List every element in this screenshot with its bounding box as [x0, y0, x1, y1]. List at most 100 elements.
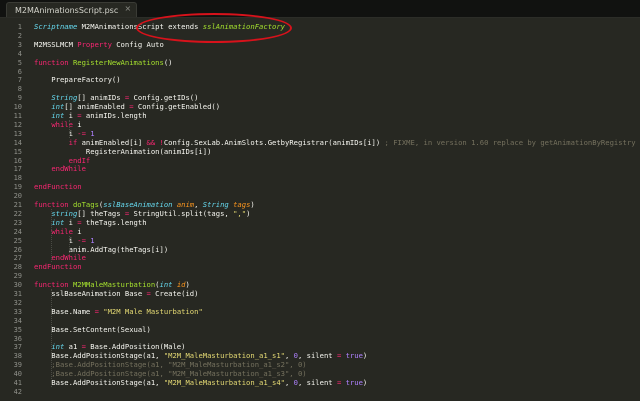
code-token: a1 — [64, 342, 82, 352]
code-token: ) — [185, 280, 190, 290]
code-token: ;Base.AddPositionStage(a1, "M2M_MaleMast… — [34, 369, 307, 379]
line-number: 13 — [13, 129, 22, 138]
code-token: endIf — [68, 155, 91, 165]
line-number: 21 — [13, 201, 22, 209]
indent-guide — [68, 235, 70, 254]
code-token: i — [64, 217, 78, 227]
code-token: ;Base.AddPositionStage(a1, "M2M_MaleMast… — [34, 360, 307, 370]
code-line: endWhile — [34, 253, 86, 262]
code-token: Config.getIDs() — [129, 93, 199, 103]
code-line: Base.AddPositionStage(a1, "M2M_MaleMastu… — [34, 351, 367, 360]
code-token: i — [72, 226, 82, 236]
code-token: , — [285, 351, 294, 361]
code-token: && — [146, 137, 156, 147]
code-token: i — [34, 235, 78, 245]
code-token: i — [34, 128, 78, 138]
line-number: 41 — [13, 379, 22, 387]
code-token: true — [345, 378, 363, 387]
code-token: while — [51, 226, 73, 236]
code-line: i -= 1 — [34, 236, 95, 245]
code-token: int — [51, 342, 65, 352]
code-line: anim.AddTag(theTags[i]) — [34, 245, 169, 254]
line-number: 31 — [13, 290, 22, 298]
code-token: Config Auto — [111, 39, 164, 49]
code-editor[interactable]: 1 2 3 4 5 6 7 8 9 10 11 12 13 14 15 16 17 18 19 20 21 22 23 24 2… — [0, 13, 640, 401]
line-number: 1 — [17, 23, 22, 31]
code-token: 1 — [90, 128, 95, 138]
code-token: RegisterAnimation(animIDs[i]) — [34, 146, 212, 156]
line-number: 27 — [13, 254, 22, 263]
line-number: 5 — [17, 58, 22, 67]
code-token: Config.getEnabled() — [133, 102, 221, 112]
code-token: if — [68, 137, 78, 147]
line-number: 30 — [13, 281, 22, 290]
close-icon[interactable]: × — [125, 4, 132, 13]
code-token: Create(id) — [150, 289, 199, 298]
code-token: endWhile — [51, 253, 86, 263]
code-token: i — [72, 119, 82, 129]
indent-guide — [51, 289, 53, 387]
code-token: i — [64, 111, 78, 120]
code-token: String — [51, 93, 78, 103]
code-token: Scriptname — [34, 22, 78, 31]
code-token: String — [202, 200, 229, 209]
indent-guide — [68, 119, 70, 138]
code-token: function — [34, 280, 69, 290]
line-number: 16 — [13, 156, 22, 165]
code-token: Base.AddPositionStage(a1, — [34, 378, 164, 387]
tab-bar: M2MAnimationsScript.psc × — [0, 0, 640, 18]
line-number: 38 — [13, 352, 22, 361]
line-number: 2 — [17, 31, 22, 40]
code-token: while — [51, 119, 73, 129]
code-token: M2MMaleMasturbation — [72, 280, 156, 290]
line-number: 24 — [13, 227, 22, 236]
line-number: 7 — [17, 76, 22, 85]
line-number: 9 — [17, 94, 22, 103]
code-token: () — [163, 57, 173, 67]
code-token: , silent — [297, 378, 337, 387]
line-number: 42 — [13, 387, 22, 396]
code-token: ; FIXME, in version 1.60 replace by getA… — [384, 137, 636, 147]
code-line: endIf — [34, 155, 91, 165]
code-token: [] animEnabled — [64, 102, 130, 112]
code-token: animEnabled[i] — [77, 137, 147, 147]
code-line: while i — [34, 119, 82, 129]
line-number: 36 — [13, 334, 22, 343]
code-token: PrepareFactory() — [34, 75, 121, 85]
code-token: 1 — [90, 235, 95, 245]
code-token: int — [51, 111, 65, 120]
line-number: 26 — [13, 245, 22, 254]
line-number: 22 — [13, 209, 22, 218]
code-token: sslBaseAnimation — [103, 200, 173, 209]
code-line: PrepareFactory() — [34, 75, 121, 85]
code-token: Config.SexLab.AnimSlots.GetbyRegistrar(a… — [163, 137, 385, 147]
line-number: 12 — [13, 120, 22, 129]
code-token: -= — [77, 128, 86, 138]
tab-file[interactable]: M2MAnimationsScript.psc × — [6, 2, 138, 17]
code-token: tags — [233, 200, 251, 209]
line-number: 34 — [13, 316, 22, 325]
line-number: 39 — [13, 361, 22, 370]
code-line: function RegisterNewAnimations() — [34, 58, 172, 67]
code-token: StringUtil.split(tags, — [129, 208, 234, 218]
line-number: 6 — [17, 67, 22, 76]
tab-title: M2MAnimationsScript.psc — [15, 5, 119, 15]
code-token: Property — [77, 39, 112, 49]
code-line: sslBaseAnimation Base = Create(id) — [34, 289, 198, 298]
code-token: , — [285, 378, 294, 387]
line-number: 40 — [13, 370, 22, 379]
line-number: 19 — [13, 183, 22, 192]
code-token: RegisterNewAnimations — [72, 57, 164, 67]
code-token: ) — [246, 208, 251, 218]
highlight-annotation-circle — [136, 13, 292, 43]
code-line: int a1 = Base.AddPosition(Male) — [34, 342, 185, 351]
line-number: 8 — [17, 85, 22, 94]
code-area[interactable]: Scriptname M2MAnimationsScript extends s… — [34, 18, 640, 401]
code-token: endFunction — [34, 182, 82, 192]
line-number: 32 — [13, 298, 22, 307]
